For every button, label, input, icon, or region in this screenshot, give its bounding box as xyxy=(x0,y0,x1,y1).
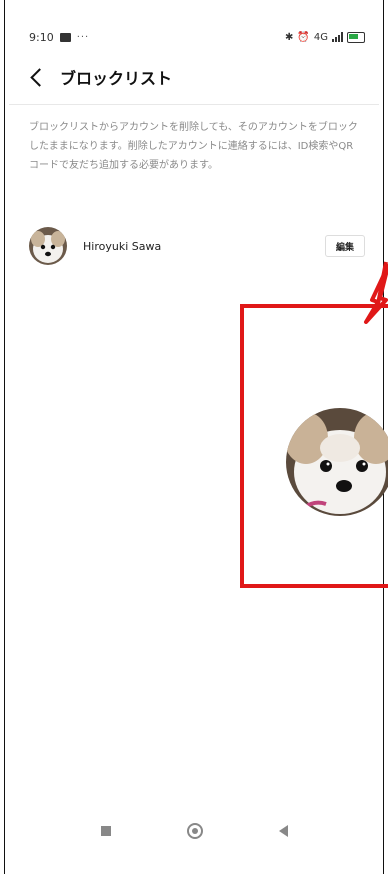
annotation-callout-box xyxy=(240,304,388,588)
zoomed-avatar xyxy=(286,408,388,516)
